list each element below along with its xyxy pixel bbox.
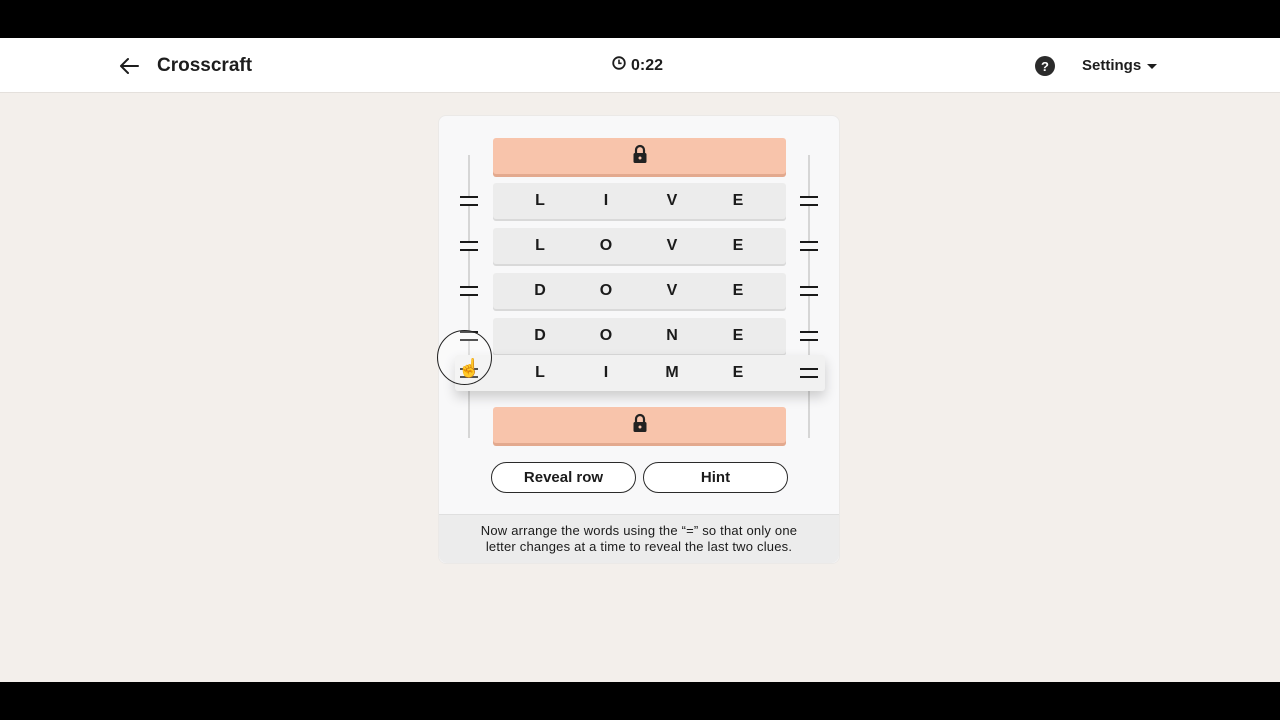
equals-handle-icon[interactable]	[800, 368, 818, 378]
word-row[interactable]: L O V E	[493, 228, 786, 264]
row-letter: E	[732, 192, 744, 209]
caret-down-icon	[1147, 64, 1158, 69]
word-row[interactable]: D O V E	[493, 273, 786, 309]
equals-handle-icon[interactable]	[800, 196, 818, 206]
timer: 0:22	[612, 56, 663, 75]
word-row-dragging[interactable]: L I M E	[455, 355, 825, 391]
row-letter: L	[535, 192, 545, 209]
clock-icon	[612, 56, 626, 75]
row-letter: D	[534, 327, 546, 344]
row-letter: O	[599, 327, 613, 344]
row-letter: L	[535, 364, 545, 381]
equals-handle-icon[interactable]	[800, 286, 818, 296]
instructions-line-1: Now arrange the words using the “=” so t…	[480, 523, 798, 538]
word-row[interactable]: L I V E	[493, 183, 786, 219]
instructions-line-2: letter changes at a time to reveal the l…	[485, 539, 793, 554]
row-letter: V	[666, 282, 678, 299]
row-letter: E	[732, 237, 744, 254]
row-letter: M	[665, 364, 679, 381]
hint-button[interactable]: Hint	[643, 462, 788, 493]
back-arrow-icon[interactable]	[116, 52, 144, 80]
row-letter: V	[666, 192, 678, 209]
row-letter: E	[732, 364, 744, 381]
equals-handle-icon[interactable]	[800, 331, 818, 341]
row-letter: O	[599, 237, 613, 254]
row-letter: I	[603, 192, 609, 209]
equals-handle-icon[interactable]	[800, 241, 818, 251]
lock-icon	[631, 144, 649, 169]
row-letter: V	[666, 237, 678, 254]
word-row[interactable]: D O N E	[493, 318, 786, 354]
timer-value: 0:22	[631, 56, 664, 74]
settings-dropdown[interactable]: Settings	[1082, 57, 1158, 74]
game-title: Crosscraft	[157, 55, 253, 76]
equals-handle-icon[interactable]	[460, 241, 478, 251]
locked-row-top	[493, 138, 786, 174]
equals-handle-icon[interactable]	[460, 196, 478, 206]
row-letter: D	[534, 282, 546, 299]
equals-handle-icon[interactable]	[460, 286, 478, 296]
lock-icon	[631, 413, 649, 438]
hand-cursor-icon: ☝	[458, 358, 481, 378]
row-letter: O	[599, 282, 613, 299]
reveal-row-button[interactable]: Reveal row	[491, 462, 636, 493]
game-screen: Crosscraft 0:22 ? Settings L I V E L O V…	[0, 38, 1280, 682]
row-letter: L	[535, 237, 545, 254]
settings-label: Settings	[1082, 57, 1142, 74]
row-letter: E	[732, 327, 744, 344]
game-board-panel: L I V E L O V E D O V E D O N E L I M E …	[438, 115, 840, 564]
instructions-text: Now arrange the words using the “=” so t…	[439, 514, 839, 563]
row-letter: E	[732, 282, 744, 299]
help-icon[interactable]: ?	[1035, 56, 1055, 76]
top-bar: Crosscraft 0:22 ? Settings	[0, 38, 1280, 93]
row-letter: N	[666, 327, 678, 344]
locked-row-bottom	[493, 407, 786, 443]
row-letter: I	[603, 364, 609, 381]
